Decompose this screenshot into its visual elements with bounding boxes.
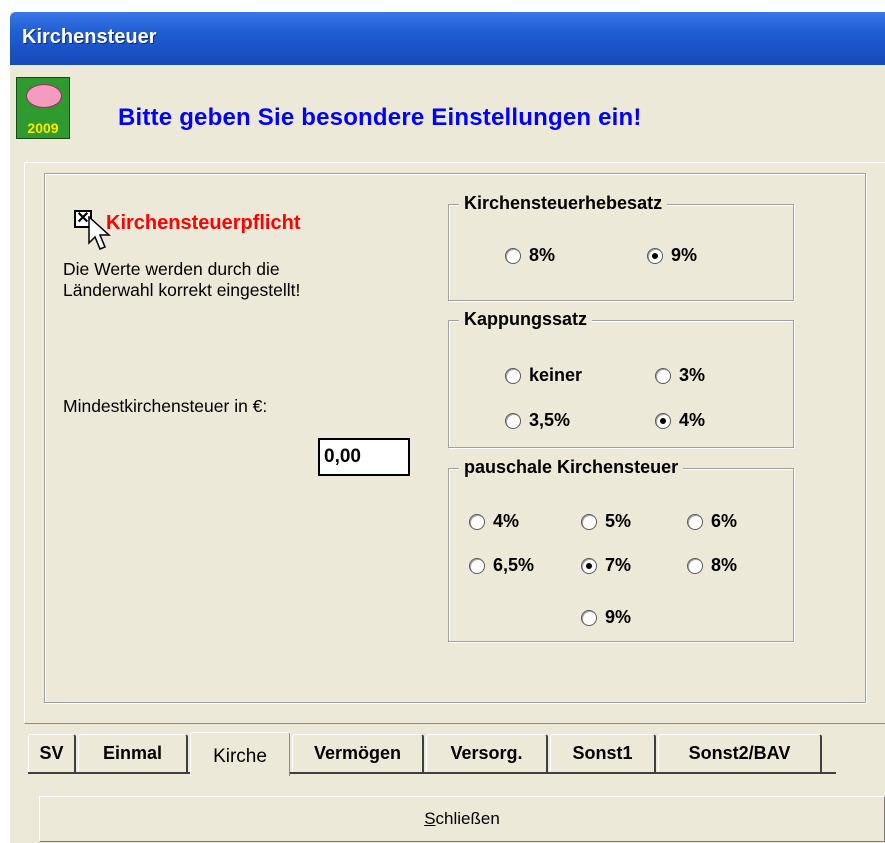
radio-dot <box>655 412 671 429</box>
radio-label: 4% <box>493 511 520 531</box>
mindestkirchensteuer-label: Mindestkirchensteuer in €: <box>63 396 268 416</box>
tab-vermoegen[interactable]: Vermögen <box>292 734 424 772</box>
tab-einmal[interactable]: Einmal <box>78 734 188 772</box>
radio-dot <box>505 412 521 429</box>
radio-pauschale-8[interactable]: 8% <box>687 555 737 576</box>
radio-kappung-3[interactable]: 3% <box>655 365 705 386</box>
radio-pauschale-6-5[interactable]: 6,5% <box>469 555 534 576</box>
tab-sonst2-bav[interactable]: Sonst2/BAV <box>658 734 822 772</box>
radio-label: 9% <box>671 245 698 265</box>
radio-dot <box>581 609 597 626</box>
group-kappungssatz-title: Kappungssatz <box>459 309 593 330</box>
radio-dot <box>469 557 485 574</box>
hint-text: Die Werte werden durch die Länderwahl ko… <box>63 259 300 301</box>
radio-label: 5% <box>605 511 632 531</box>
title-bar[interactable]: Kirchensteuer <box>10 12 885 65</box>
radio-dot <box>655 367 671 384</box>
group-pauschale: pauschale Kirchensteuer 4% 5% 6% 6,5% 7%… <box>448 457 794 642</box>
radio-dot <box>505 367 521 384</box>
radio-label: 6% <box>711 511 738 531</box>
radio-label: 6,5% <box>493 555 535 575</box>
dialog-window: Kirchensteuer 2009 Bitte geben Sie beson… <box>10 12 885 843</box>
mindestkirchensteuer-input[interactable] <box>318 438 410 476</box>
window-title: Kirchensteuer <box>22 26 157 48</box>
radio-label: 3% <box>679 365 706 385</box>
close-button[interactable]: Schließen <box>39 796 885 842</box>
radio-dot <box>647 247 663 264</box>
radio-dot <box>581 557 597 574</box>
tab-sonst1[interactable]: Sonst1 <box>550 734 656 772</box>
radio-kappung-4[interactable]: 4% <box>655 410 705 431</box>
radio-pauschale-4[interactable]: 4% <box>469 511 519 532</box>
radio-label: keiner <box>529 365 583 385</box>
radio-pauschale-5[interactable]: 5% <box>581 511 631 532</box>
tab-sv[interactable]: SV <box>28 734 76 772</box>
logo-year: 2009 <box>27 120 59 136</box>
radio-label: 8% <box>529 245 556 265</box>
radio-pauschale-9[interactable]: 9% <box>581 607 631 628</box>
radio-label: 8% <box>711 555 738 575</box>
piggy-bank-icon <box>26 84 62 108</box>
radio-label: 9% <box>605 607 632 627</box>
tab-kirche[interactable]: Kirche <box>190 732 290 776</box>
group-pauschale-title: pauschale Kirchensteuer <box>459 457 684 478</box>
radio-label: 4% <box>679 410 706 430</box>
group-kappungssatz: Kappungssatz keiner 3% 3,5% 4% <box>448 309 794 448</box>
radio-dot <box>581 513 597 530</box>
tabs-baseline <box>28 772 836 774</box>
radio-dot <box>505 247 521 264</box>
radio-kappung-keiner[interactable]: keiner <box>505 365 582 386</box>
radio-hebesatz-8[interactable]: 8% <box>505 245 555 266</box>
kirchensteuerpflicht-label[interactable]: Kirchensteuerpflicht <box>106 212 300 235</box>
radio-pauschale-6[interactable]: 6% <box>687 511 737 532</box>
group-hebesatz: Kirchensteuerhebesatz 8% 9% <box>448 193 794 301</box>
mouse-cursor-icon <box>88 216 111 250</box>
radio-hebesatz-9[interactable]: 9% <box>647 245 697 266</box>
radio-label: 7% <box>605 555 632 575</box>
radio-label: 3,5% <box>529 410 571 430</box>
tab-versorg[interactable]: Versorg. <box>426 734 548 772</box>
header-message: Bitte geben Sie besondere Einstellungen … <box>118 104 642 131</box>
radio-kappung-3-5[interactable]: 3,5% <box>505 410 570 431</box>
close-button-label: chließen <box>435 809 500 828</box>
app-logo: 2009 <box>16 77 70 139</box>
group-hebesatz-title: Kirchensteuerhebesatz <box>459 193 668 214</box>
hint-line-1: Die Werte werden durch die <box>63 259 280 279</box>
close-button-mnemonic: S <box>424 809 436 828</box>
radio-dot <box>687 513 703 530</box>
radio-pauschale-7[interactable]: 7% <box>581 555 631 576</box>
hint-line-2: Länderwahl korrekt eingestellt! <box>63 280 301 300</box>
radio-dot <box>687 557 703 574</box>
radio-dot <box>469 513 485 530</box>
